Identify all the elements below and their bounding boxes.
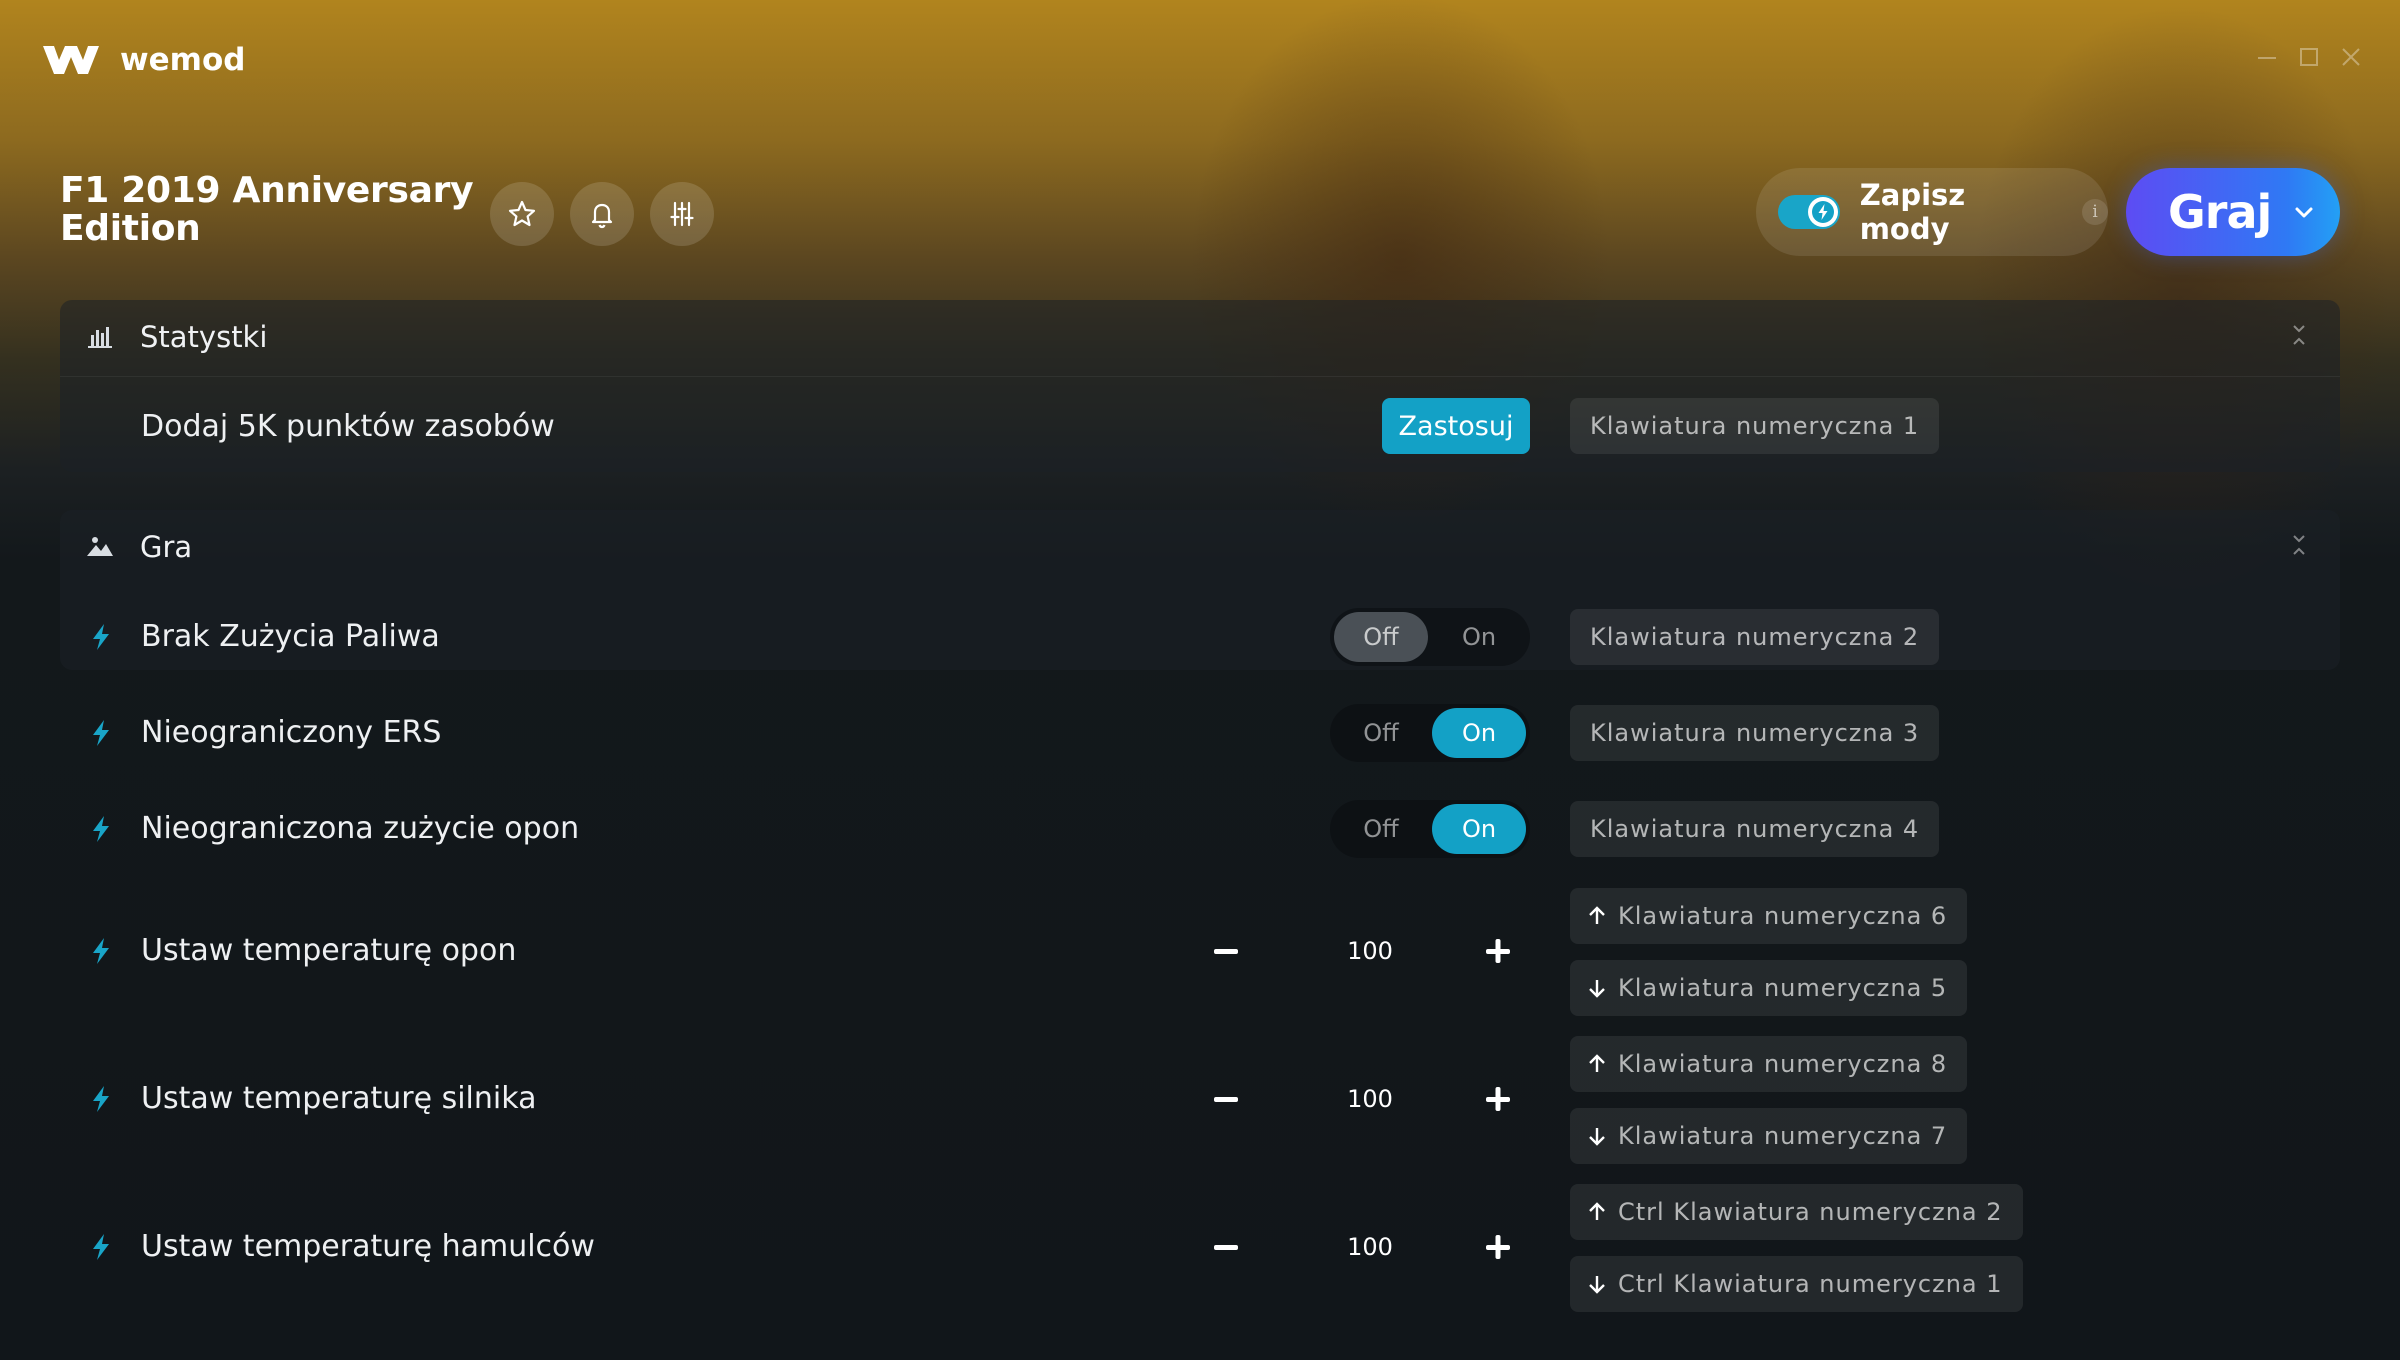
app-name: wemod [120,42,246,78]
play-label: Graj [2168,185,2272,239]
hotkey-text: Klawiatura numeryczna 3 [1590,719,1920,747]
hotkey-text: Klawiatura numeryczna 2 [1590,623,1920,651]
chevron-down-icon[interactable] [2291,199,2317,225]
lightning-icon [88,936,114,966]
decrease-button[interactable] [1206,1079,1246,1119]
hotkey-up-badge[interactable]: Klawiatura numeryczna 8 [1570,1036,1968,1092]
favorite-button[interactable] [490,182,554,246]
increase-button[interactable] [1478,1079,1518,1119]
hotkey-down-badge[interactable]: Klawiatura numeryczna 7 [1570,1108,1968,1164]
game-title: F1 2019 Anniversary Edition [60,170,474,249]
star-icon [508,200,536,227]
toggle-on-option[interactable]: On [1432,804,1526,854]
hotkey-text: Klawiatura numeryczna 1 [1590,412,1920,440]
hotkey-down-badge[interactable]: Klawiatura numeryczna 5 [1570,960,1968,1016]
toggle-off-option[interactable]: Off [1334,804,1428,854]
sliders-icon [670,201,694,227]
stepper-value[interactable]: 100 [1320,1227,1420,1267]
settings-button[interactable] [650,182,714,246]
toggle-off-option[interactable]: Off [1334,612,1428,662]
lightning-icon [88,814,114,844]
hotkey-text: Klawiatura numeryczna 7 [1618,1122,1948,1150]
increase-button[interactable] [1478,931,1518,971]
notifications-button[interactable] [570,182,634,246]
arrow-up-icon [1589,906,1605,924]
mod-label-tyre-temp: Ustaw temperaturę opon [141,933,517,968]
divider [60,376,2340,377]
stepper-value[interactable]: 100 [1320,1079,1420,1119]
increase-button[interactable] [1478,1227,1518,1267]
mod-label-engine-temp: Ustaw temperaturę silnika [141,1081,537,1116]
mod-label-brake-temp: Ustaw temperaturę hamulców [141,1229,595,1264]
hotkey-badge[interactable]: Klawiatura numeryczna 2 [1570,609,1940,665]
arrow-up-icon [1589,1202,1605,1220]
hotkey-up-badge[interactable]: Klawiatura numeryczna 6 [1570,888,1968,944]
mod-label-add-resources: Dodaj 5K punktów zasobów [141,409,555,444]
stepper-value[interactable]: 100 [1320,931,1420,971]
lightning-icon [88,1232,114,1262]
hotkey-down-badge[interactable]: Ctrl Klawiatura numeryczna 1 [1570,1256,2023,1312]
arrow-up-icon [1589,1054,1605,1072]
lightning-icon [1811,201,1834,223]
hotkey-text: Klawiatura numeryczna 5 [1618,974,1948,1002]
maximize-icon[interactable] [2294,42,2324,72]
hotkey-badge[interactable]: Klawiatura numeryczna 4 [1570,801,1940,857]
save-mods-label: Zapisz mody [1859,178,1966,246]
hotkey-text: Klawiatura numeryczna 6 [1618,902,1948,930]
arrow-down-icon [1589,1276,1605,1294]
wemod-logo-icon [40,40,102,80]
close-icon[interactable] [2336,42,2366,72]
play-button[interactable]: Graj [2126,168,2340,256]
fuel-toggle[interactable]: Off On [1330,608,1530,666]
hotkey-badge[interactable]: Klawiatura numeryczna 1 [1570,398,1940,454]
decrease-button[interactable] [1206,1227,1246,1267]
minimize-icon[interactable] [2252,42,2282,72]
save-mods-switch[interactable] [1778,195,1840,229]
collapse-icon[interactable] [2286,532,2312,558]
tyre-wear-toggle[interactable]: Off On [1330,800,1530,858]
arrow-down-icon [1589,980,1605,998]
hotkey-text: Klawiatura numeryczna 8 [1618,1050,1948,1078]
stats-section-title: Statystki [140,320,268,354]
mod-label-ers: Nieograniczony ERS [141,715,442,750]
mod-label-tyre-wear: Nieograniczona zużycie opon [141,811,580,846]
collapse-icon[interactable] [2286,322,2312,348]
hotkey-text: Ctrl Klawiatura numeryczna 1 [1618,1270,2003,1298]
lightning-icon [88,622,114,652]
hotkey-text: Klawiatura numeryczna 4 [1590,815,1920,843]
hotkey-badge[interactable]: Klawiatura numeryczna 3 [1570,705,1940,761]
mod-label-fuel: Brak Zużycia Paliwa [141,619,440,654]
lightning-icon [88,1084,114,1114]
toggle-off-option[interactable]: Off [1334,708,1428,758]
save-mods-toggle[interactable]: Zapisz mody i [1756,168,2108,256]
decrease-button[interactable] [1206,931,1246,971]
apply-button[interactable]: Zastosuj [1382,398,1530,454]
bar-chart-icon [84,320,116,352]
hotkey-up-badge[interactable]: Ctrl Klawiatura numeryczna 2 [1570,1184,2023,1240]
toggle-on-option[interactable]: On [1432,612,1526,662]
hotkey-text: Ctrl Klawiatura numeryczna 2 [1618,1198,2003,1226]
bell-icon [591,203,613,229]
arrow-down-icon [1589,1128,1605,1146]
lightning-icon [88,718,114,748]
landscape-icon [84,530,116,562]
game-section-title: Gra [140,530,193,564]
toggle-on-option[interactable]: On [1432,708,1526,758]
ers-toggle[interactable]: Off On [1330,704,1530,762]
info-icon[interactable]: i [2082,199,2108,225]
